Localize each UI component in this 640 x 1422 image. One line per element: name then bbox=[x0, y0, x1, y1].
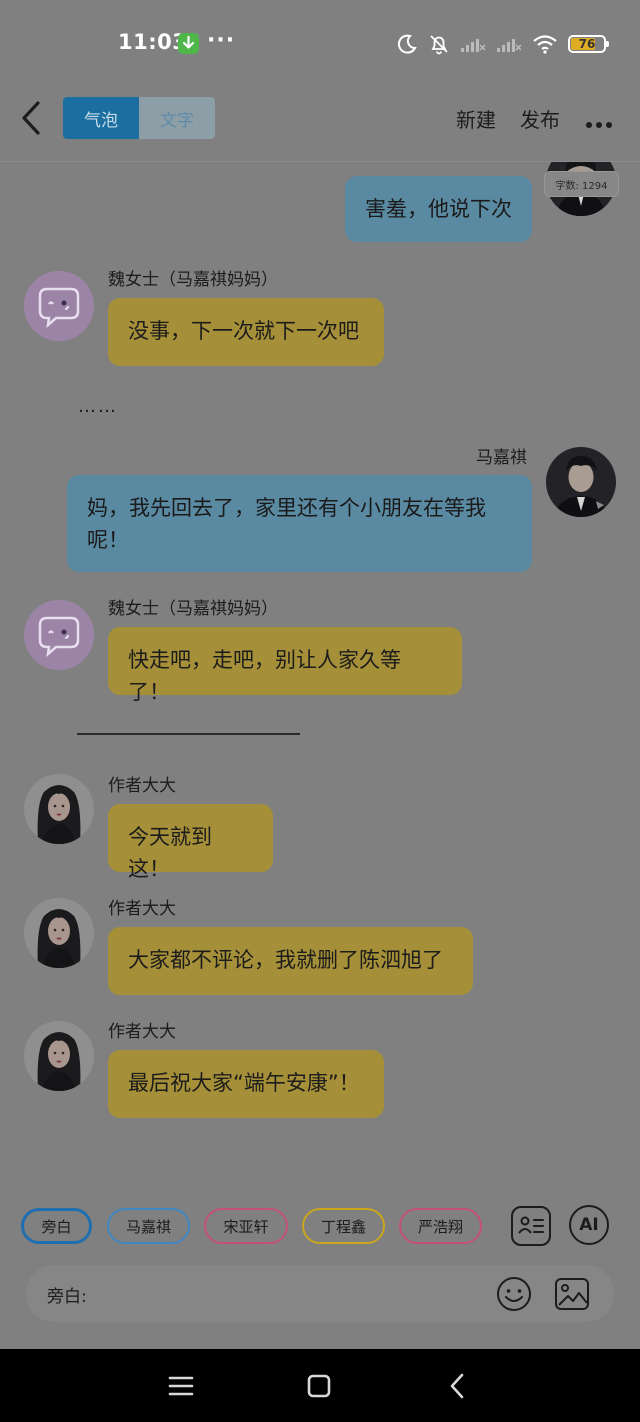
character-chip-ma-jiaqi[interactable]: 马嘉祺 bbox=[107, 1208, 190, 1244]
profile-card-icon[interactable] bbox=[511, 1206, 551, 1246]
narration-input[interactable]: 旁白: bbox=[26, 1265, 614, 1322]
sender-name: 作者大大 bbox=[108, 1022, 176, 1042]
back-triangle-icon[interactable] bbox=[443, 1371, 473, 1401]
message-bubble[interactable]: 快走吧，走吧，别让人家久等了！ bbox=[108, 627, 462, 704]
home-square-icon[interactable] bbox=[304, 1371, 334, 1401]
character-selector: 旁白 马嘉祺 宋亚轩 丁程鑫 严浩翔 AI bbox=[0, 1198, 640, 1254]
tab-text[interactable]: 文字 bbox=[139, 97, 215, 139]
status-icons: 76 bbox=[396, 30, 609, 58]
new-button[interactable]: 新建 bbox=[456, 104, 496, 133]
girl-avatar[interactable] bbox=[24, 774, 94, 844]
wifi-icon bbox=[532, 34, 558, 54]
scene-divider[interactable] bbox=[77, 733, 300, 735]
default-bubble-avatar[interactable] bbox=[24, 600, 94, 670]
default-bubble-avatar[interactable] bbox=[24, 271, 94, 341]
signal-icon bbox=[496, 35, 522, 53]
battery-icon: 76 bbox=[568, 35, 609, 53]
status-overflow: ··· bbox=[207, 28, 236, 53]
sender-name: 作者大大 bbox=[108, 899, 176, 919]
message-bubble[interactable]: 妈，我先回去了，家里还有个小朋友在等我呢！ bbox=[67, 475, 532, 572]
message-bubble[interactable]: 大家都不评论，我就删了陈泗旭了 bbox=[108, 927, 473, 995]
narration-text[interactable]: …… bbox=[78, 396, 118, 417]
status-bar: 11:03 ··· 76 bbox=[0, 0, 640, 88]
sender-name: 魏女士（马嘉祺妈妈） bbox=[108, 270, 278, 290]
menu-icon[interactable] bbox=[166, 1371, 196, 1401]
image-icon[interactable] bbox=[553, 1275, 591, 1313]
girl-avatar[interactable] bbox=[24, 1021, 94, 1091]
chat-area[interactable]: 字数: 1294 害羞，他说下次 魏女士（马嘉祺妈妈） 没事，下一次就下一次吧 … bbox=[0, 162, 640, 1192]
message-bubble[interactable]: 没事，下一次就下一次吧 bbox=[108, 298, 384, 366]
message-bubble[interactable]: 最后祝大家“端午安康”！ bbox=[108, 1050, 384, 1118]
status-time: 11:03 bbox=[118, 30, 188, 54]
back-chevron-icon[interactable] bbox=[16, 100, 50, 136]
moon-icon bbox=[396, 33, 418, 55]
sender-name: 魏女士（马嘉祺妈妈） bbox=[108, 599, 278, 619]
system-nav-bar bbox=[0, 1349, 640, 1422]
character-chip-narrator[interactable]: 旁白 bbox=[21, 1208, 92, 1244]
character-chip-yan-haoxiang[interactable]: 严浩翔 bbox=[399, 1208, 482, 1244]
more-dots-icon[interactable] bbox=[585, 114, 613, 128]
sender-name: 马嘉祺 bbox=[476, 448, 527, 468]
sender-name: 作者大大 bbox=[108, 776, 176, 796]
character-chip-song-yaxuan[interactable]: 宋亚轩 bbox=[204, 1208, 288, 1244]
top-toolbar: 气泡 文字 新建 发布 bbox=[0, 88, 640, 162]
tab-bubble[interactable]: 气泡 bbox=[63, 97, 139, 139]
battery-level: 76 bbox=[578, 37, 596, 51]
emoji-icon[interactable] bbox=[495, 1275, 533, 1313]
download-icon bbox=[178, 33, 199, 54]
message-bubble[interactable]: 害羞，他说下次 bbox=[345, 176, 532, 242]
mode-switch: 气泡 文字 bbox=[63, 97, 215, 139]
girl-avatar[interactable] bbox=[24, 898, 94, 968]
boy-avatar[interactable] bbox=[546, 447, 616, 517]
bell-off-icon bbox=[428, 33, 450, 55]
signal-icon bbox=[460, 35, 486, 53]
publish-button[interactable]: 发布 bbox=[520, 104, 560, 133]
input-label: 旁白: bbox=[47, 1287, 87, 1307]
word-count-badge: 字数: 1294 bbox=[544, 171, 619, 197]
character-chip-ding-chengxin[interactable]: 丁程鑫 bbox=[302, 1208, 385, 1244]
message-bubble[interactable]: 今天就到这！ bbox=[108, 804, 273, 881]
ai-button[interactable]: AI bbox=[569, 1205, 609, 1245]
